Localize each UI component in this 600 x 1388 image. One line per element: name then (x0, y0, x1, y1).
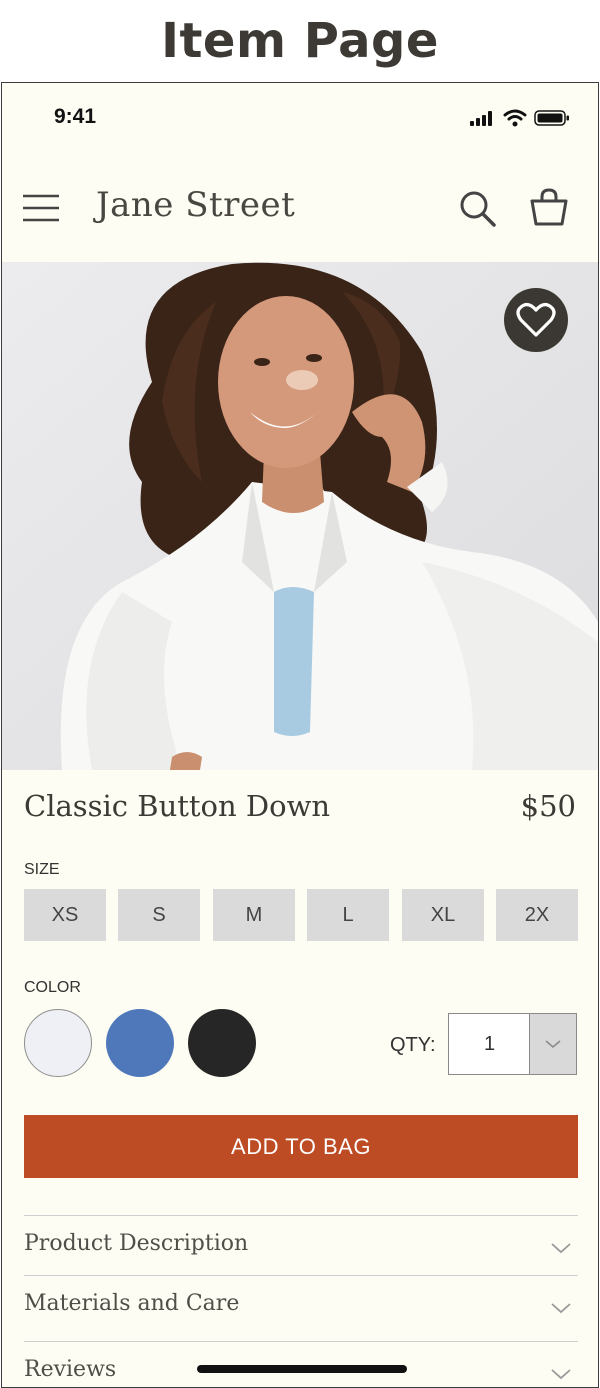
page-heading: Item Page (161, 13, 439, 69)
top-nav: Jane Street (2, 153, 598, 263)
home-indicator (197, 1365, 407, 1373)
qty-input[interactable]: 1 (448, 1013, 530, 1075)
size-label: SIZE (24, 861, 60, 878)
color-swatch-blue[interactable] (106, 1009, 174, 1077)
status-time: 9:41 (54, 105, 97, 128)
accordion-label: Materials and Care (24, 1291, 240, 1316)
brand-name[interactable]: Jane Street (96, 185, 295, 225)
size-option-xs[interactable]: XS (24, 889, 106, 941)
product-price: $50 (520, 789, 576, 823)
accordion-label: Product Description (24, 1231, 249, 1256)
status-bar: 9:41 (2, 83, 598, 153)
accordion-label: Reviews (24, 1357, 117, 1382)
chevron-down-icon (545, 1040, 561, 1049)
color-swatch-black[interactable] (188, 1009, 256, 1077)
size-selector: XS S M L XL 2X (24, 889, 578, 941)
qty-label: QTY: (390, 1034, 436, 1056)
chevron-down-icon (551, 1243, 571, 1254)
bag-icon[interactable] (529, 187, 569, 227)
size-option-l[interactable]: L (307, 889, 389, 941)
product-photo (2, 262, 598, 770)
favorite-button[interactable] (504, 288, 568, 352)
chevron-down-icon (551, 1369, 571, 1380)
size-option-xl[interactable]: XL (402, 889, 484, 941)
qty-dropdown-button[interactable] (529, 1013, 577, 1075)
size-option-m[interactable]: M (213, 889, 295, 941)
signal-icon (470, 111, 492, 126)
accordion-product-description[interactable]: Product Description (24, 1215, 578, 1280)
chevron-down-icon (551, 1303, 571, 1314)
size-option-2x[interactable]: 2X (496, 889, 578, 941)
battery-icon (534, 110, 569, 126)
product-name: Classic Button Down (24, 789, 331, 823)
status-icons (470, 109, 570, 127)
color-label: COLOR (24, 979, 81, 996)
product-image (2, 262, 598, 770)
wifi-icon (503, 109, 527, 127)
color-swatch-white[interactable] (24, 1009, 92, 1077)
phone-frame: 9:41 Jane Street Classic Button Down $50… (1, 82, 599, 1388)
search-icon[interactable] (458, 189, 496, 227)
size-option-s[interactable]: S (118, 889, 200, 941)
menu-icon[interactable] (22, 193, 60, 223)
add-to-bag-button[interactable]: ADD TO BAG (24, 1115, 578, 1178)
accordion-materials-and-care[interactable]: Materials and Care (24, 1275, 578, 1340)
heart-icon (516, 303, 556, 337)
